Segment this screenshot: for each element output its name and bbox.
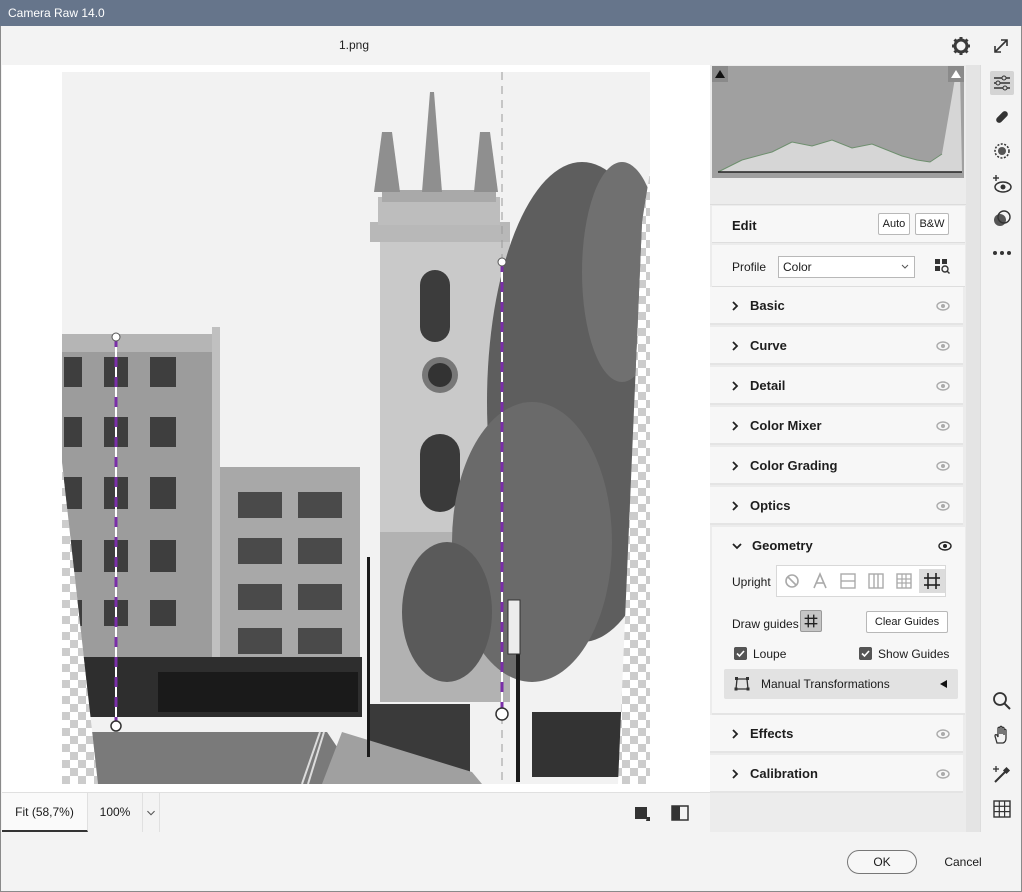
histogram: [712, 66, 964, 178]
show-guides-checkbox[interactable]: [859, 647, 872, 660]
section-geometry: Geometry Upright Draw guides Clear Guide…: [712, 527, 965, 715]
section-calibration[interactable]: Calibration: [710, 755, 963, 793]
upright-auto-icon[interactable]: [807, 569, 833, 593]
upright-full-icon[interactable]: [891, 569, 917, 593]
auto-button[interactable]: Auto: [878, 213, 910, 235]
file-name: 1.png: [339, 38, 370, 52]
eye-icon[interactable]: [938, 540, 952, 552]
chevron-down-icon: [732, 543, 742, 550]
eye-icon[interactable]: [936, 340, 950, 352]
loupe-label: Loupe: [753, 647, 787, 661]
eye-icon[interactable]: [936, 768, 950, 780]
histogram-info: [710, 178, 966, 205]
red-eye-icon[interactable]: [990, 173, 1014, 197]
eye-icon[interactable]: [936, 460, 950, 472]
manual-transformations-row[interactable]: Manual Transformations: [724, 669, 958, 699]
more-icon[interactable]: [990, 241, 1014, 265]
before-after-icon[interactable]: [671, 804, 689, 822]
section-label: Geometry: [752, 538, 813, 553]
bottom-bar: Fit (58,7%) 100%: [2, 792, 710, 832]
draw-guides-label: Draw guides: [732, 617, 799, 631]
chevron-right-icon: [732, 381, 739, 391]
highlight-clipping-icon[interactable]: [948, 66, 964, 82]
grid-icon[interactable]: [990, 797, 1014, 821]
window-title: Camera Raw 14.0: [0, 0, 1022, 26]
edit-panel: Edit Auto B&W Profile Color Basic Curve …: [710, 65, 966, 832]
camera-raw-window: 1.png Fit (58,7%) 100% Edit Auto B&W Pro…: [0, 26, 1022, 892]
section-color-mixer[interactable]: Color Mixer: [710, 407, 963, 445]
fullscreen-icon[interactable]: [991, 36, 1011, 56]
section-basic[interactable]: Basic: [710, 287, 963, 325]
section-label: Calibration: [750, 766, 818, 781]
section-label: Basic: [750, 298, 785, 313]
chevron-right-icon: [732, 769, 739, 779]
edit-header: Edit Auto B&W: [712, 206, 965, 243]
chevron-right-icon: [732, 501, 739, 511]
chevron-right-icon: [732, 341, 739, 351]
upright-level-icon[interactable]: [835, 569, 861, 593]
show-guides-label: Show Guides: [878, 647, 950, 661]
fit-zoom-button[interactable]: Fit (58,7%): [2, 793, 88, 832]
hand-icon[interactable]: [990, 723, 1014, 747]
eye-icon[interactable]: [936, 728, 950, 740]
shadow-clipping-icon[interactable]: [712, 66, 728, 82]
gear-icon[interactable]: [951, 36, 971, 56]
color-sampler-icon[interactable]: [990, 763, 1014, 787]
masking-icon[interactable]: [990, 139, 1014, 163]
eye-icon[interactable]: [936, 420, 950, 432]
zoom-100-button[interactable]: 100%: [88, 793, 142, 832]
upright-label: Upright: [732, 575, 771, 589]
top-bar: 1.png: [1, 26, 1021, 65]
edit-sliders-icon[interactable]: [990, 71, 1014, 95]
image-canvas[interactable]: [2, 65, 710, 792]
eye-icon[interactable]: [936, 500, 950, 512]
ok-button[interactable]: OK: [847, 850, 917, 874]
panel-scrollbar[interactable]: [966, 65, 980, 832]
section-label: Effects: [750, 726, 794, 741]
profile-value: Color: [783, 260, 812, 274]
section-color-grading[interactable]: Color Grading: [710, 447, 963, 485]
presets-icon[interactable]: [990, 207, 1014, 231]
chevron-right-icon: [732, 461, 739, 471]
profile-label: Profile: [732, 260, 767, 274]
clear-guides-button[interactable]: Clear Guides: [866, 611, 948, 633]
chevron-down-icon: [901, 264, 909, 269]
zoom-icon[interactable]: [990, 689, 1014, 713]
section-label: Color Grading: [750, 458, 838, 473]
section-curve[interactable]: Curve: [710, 327, 963, 365]
section-label: Detail: [750, 378, 786, 393]
single-view-icon[interactable]: [634, 805, 650, 821]
bw-button[interactable]: B&W: [915, 213, 949, 235]
edit-title: Edit: [732, 218, 757, 233]
upright-off-icon[interactable]: [779, 569, 805, 593]
section-effects[interactable]: Effects: [710, 715, 963, 753]
tool-strip: [980, 65, 1021, 832]
eye-icon[interactable]: [936, 380, 950, 392]
profile-row: Profile Color: [712, 245, 965, 287]
section-optics[interactable]: Optics: [710, 487, 963, 525]
upright-buttons: [776, 565, 946, 597]
draw-guides-icon[interactable]: [800, 610, 822, 632]
zoom-dropdown-icon[interactable]: [142, 793, 160, 832]
upright-vertical-icon[interactable]: [863, 569, 889, 593]
section-label: Optics: [750, 498, 791, 513]
manual-transformations-label: Manual Transformations: [761, 677, 890, 691]
geometry-header[interactable]: Geometry: [712, 527, 965, 563]
photo-preview[interactable]: [62, 72, 650, 784]
transform-icon: [734, 677, 750, 691]
chevron-right-icon: [732, 729, 739, 739]
chevron-right-icon: [732, 301, 739, 311]
upright-guided-icon[interactable]: [919, 569, 945, 593]
loupe-checkbox[interactable]: [734, 647, 747, 660]
chevron-right-icon: [732, 421, 739, 431]
section-detail[interactable]: Detail: [710, 367, 963, 405]
caret-left-icon: [940, 680, 947, 688]
section-label: Color Mixer: [750, 418, 822, 433]
eye-icon[interactable]: [936, 300, 950, 312]
healing-icon[interactable]: [990, 105, 1014, 129]
cancel-button[interactable]: Cancel: [939, 850, 987, 874]
profile-select[interactable]: Color: [778, 256, 915, 278]
profile-browser-icon[interactable]: [934, 258, 950, 274]
section-label: Curve: [750, 338, 787, 353]
